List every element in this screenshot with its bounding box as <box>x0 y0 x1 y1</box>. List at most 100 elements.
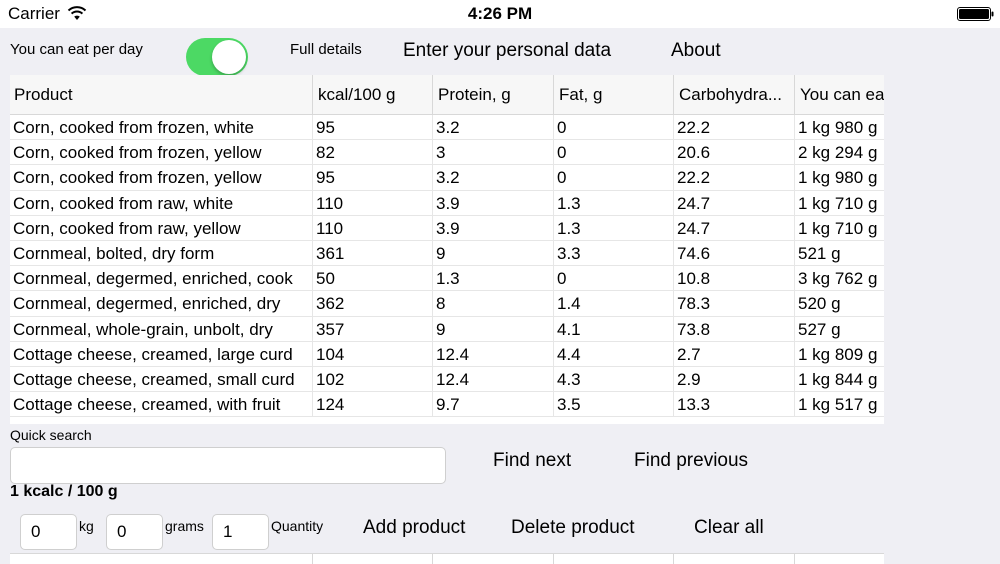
table-cell: 362 <box>312 291 432 317</box>
clear-all-button[interactable]: Clear all <box>694 517 764 539</box>
table-cell: 2.7 <box>673 341 794 367</box>
kcal-summary-label: 1 kcalc / 100 g <box>10 483 118 500</box>
table-row[interactable]: Corn, cooked from frozen, white 95 3.2 0 22.… <box>10 115 884 141</box>
table-row[interactable]: Cornmeal, bolted, dry form 361 9 3.3 74.6 521… <box>10 240 884 267</box>
column-header-fat[interactable]: Fat, g <box>553 75 673 114</box>
product-table[interactable]: Product kcal/100 g Protein, g Fat, g Car… <box>10 75 884 424</box>
table-cell: Cornmeal, bolted, dry form <box>13 243 215 263</box>
table-cell: 3.3 <box>553 240 673 266</box>
table-row[interactable]: Cottage cheese, creamed, with fruit 124 9.… <box>10 392 884 418</box>
table-cell: 3.9 <box>432 215 553 241</box>
table-cell: 95 <box>312 115 432 140</box>
table-cell: 527 g <box>794 316 884 342</box>
personal-data-button[interactable]: Enter your personal data <box>403 40 611 62</box>
table-row[interactable]: Cottage cheese, creamed, large curd 104 12… <box>10 341 884 367</box>
table-cell: 0 <box>553 165 673 191</box>
table-cell: 2 kg 294 g <box>794 140 884 166</box>
table-body: Corn, cooked from frozen, white 95 3.2 0 22.… <box>10 115 884 418</box>
table-row[interactable]: Corn, cooked from raw, white 110 3.9 1.3 24.… <box>10 190 884 216</box>
table-cell: 50 <box>312 266 432 292</box>
table-cell: 521 g <box>794 240 884 266</box>
table-cell: 13.3 <box>673 392 794 418</box>
table-cell: Corn, cooked from raw, yellow <box>13 218 241 238</box>
table-cell: Cornmeal, whole-grain, unbolt, dry <box>13 319 273 339</box>
table-cell: 9 <box>432 240 553 266</box>
table-cell: 3 <box>432 140 553 166</box>
table-cell: 22.2 <box>673 115 794 140</box>
toggle-knob <box>212 40 246 74</box>
quantity-label: Quantity <box>271 518 324 534</box>
quick-search-label: Quick search <box>10 427 92 443</box>
table-row[interactable]: Cornmeal, degermed, enriched, cook 50 1.3 0… <box>10 266 884 292</box>
table-row[interactable]: Cottage cheese, creamed, small curd 102 12… <box>10 366 884 393</box>
table-cell: 1.4 <box>553 291 673 317</box>
table-cell: Corn, cooked from raw, white <box>13 193 234 213</box>
table-cell: 24.7 <box>673 190 794 216</box>
quantity-input[interactable] <box>212 514 269 550</box>
table-cell: 24.7 <box>673 215 794 241</box>
table-cell: 10.8 <box>673 266 794 292</box>
table-cell: 104 <box>312 341 432 367</box>
table-row[interactable]: Corn, cooked from frozen, yellow 95 3.2 0 22… <box>10 165 884 191</box>
column-header-product[interactable]: Product <box>10 75 312 114</box>
table-cell: 22.2 <box>673 165 794 191</box>
table-cell: 1 kg 710 g <box>794 215 884 241</box>
selected-products-table[interactable] <box>10 553 884 564</box>
table-cell: Cornmeal, degermed, enriched, cook <box>13 269 293 289</box>
status-bar: Carrier 4:26 PM <box>0 0 1000 28</box>
table-cell: 1 kg 980 g <box>794 115 884 140</box>
table-cell: Corn, cooked from frozen, white <box>13 118 254 137</box>
table-cell: 102 <box>312 366 432 392</box>
kg-input[interactable] <box>20 514 77 550</box>
kg-unit-label: kg <box>79 518 94 534</box>
table-cell: Cottage cheese, creamed, large curd <box>13 344 293 364</box>
table-cell: 20.6 <box>673 140 794 166</box>
table-cell: 12.4 <box>432 366 553 392</box>
table-cell: 3.9 <box>432 190 553 216</box>
table-cell: 73.8 <box>673 316 794 342</box>
table-cell: 82 <box>312 140 432 166</box>
eat-per-day-label: You can eat per day <box>10 41 143 58</box>
table-cell: 1.3 <box>553 215 673 241</box>
table-cell: 3.2 <box>432 165 553 191</box>
column-header-protein[interactable]: Protein, g <box>432 75 553 114</box>
table-cell: Cottage cheese, creamed, with fruit <box>13 395 281 415</box>
table-cell: 4.4 <box>553 341 673 367</box>
table-row[interactable]: Corn, cooked from frozen, yellow 82 3 0 20.6… <box>10 140 884 166</box>
table-cell: 110 <box>312 190 432 216</box>
table-cell: 1 kg 517 g <box>794 392 884 418</box>
table-cell: 95 <box>312 165 432 191</box>
table-cell: 357 <box>312 316 432 342</box>
quick-search-input[interactable] <box>10 447 446 484</box>
status-time: 4:26 PM <box>467 4 533 23</box>
table-cell: 520 g <box>794 291 884 317</box>
grams-input[interactable] <box>106 514 163 550</box>
table-cell: 12.4 <box>432 341 553 367</box>
table-header: Product kcal/100 g Protein, g Fat, g Car… <box>10 75 884 115</box>
table-cell: 1.3 <box>432 266 553 292</box>
find-previous-button[interactable]: Find previous <box>634 450 748 472</box>
column-header-carbohydrates[interactable]: Carbohydra... <box>673 75 794 114</box>
column-header-you-can-eat[interactable]: You can eat <box>794 75 884 114</box>
table-cell: 0 <box>553 115 673 140</box>
table-row[interactable]: Cornmeal, whole-grain, unbolt, dry 357 9 4.… <box>10 316 884 342</box>
find-next-button[interactable]: Find next <box>493 450 571 472</box>
full-details-toggle[interactable] <box>186 38 248 76</box>
table-cell: 110 <box>312 215 432 241</box>
table-cell: Corn, cooked from frozen, yellow <box>13 168 262 188</box>
column-header-kcal[interactable]: kcal/100 g <box>312 75 432 114</box>
table-cell: 1 kg 809 g <box>794 341 884 367</box>
delete-product-button[interactable]: Delete product <box>511 517 635 539</box>
battery-icon <box>957 7 995 26</box>
table-cell: 8 <box>432 291 553 317</box>
table-row[interactable]: Corn, cooked from raw, yellow 110 3.9 1.3 24… <box>10 215 884 241</box>
about-button[interactable]: About <box>671 40 721 62</box>
add-product-button[interactable]: Add product <box>363 517 465 539</box>
table-cell: 74.6 <box>673 240 794 266</box>
table-cell: 9.7 <box>432 392 553 418</box>
table-cell: 0 <box>553 266 673 292</box>
table-row[interactable]: Cornmeal, degermed, enriched, dry 362 8 1.4… <box>10 291 884 317</box>
table-cell: 2.9 <box>673 366 794 392</box>
table-cell: 1.3 <box>553 190 673 216</box>
table-cell: 1 kg 844 g <box>794 366 884 392</box>
